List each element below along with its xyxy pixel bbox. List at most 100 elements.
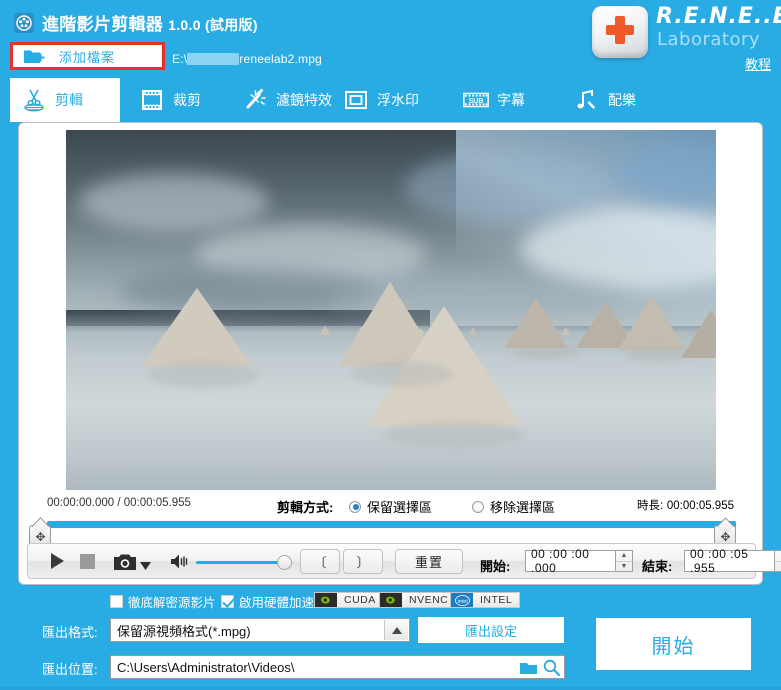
acceleration-row: 徹底解密源影片 啟用硬體加速 CUDA NVENC intel INTEL <box>0 592 781 614</box>
watermark-icon <box>342 86 370 114</box>
export-location-label: 匯出位置: <box>42 662 98 677</box>
intel-icon: intel <box>451 593 473 607</box>
export-format-value: 保留源視頻格式(*.mpg) <box>117 623 251 639</box>
search-icon[interactable] <box>543 659 561 679</box>
decrypt-source-label: 徹底解密源影片 <box>128 596 216 610</box>
tab-edit[interactable]: 剪輯 <box>10 78 120 122</box>
start-time-label: 開始: <box>480 559 511 574</box>
duration-info: 時長: 00:00:05.955 <box>637 497 734 513</box>
spinner-down-icon[interactable]: ▼ <box>616 562 632 572</box>
mark-out-label: 〕 <box>356 555 370 570</box>
brand-name: R.E.N.E..E <box>656 4 781 29</box>
trim-track[interactable] <box>47 521 736 528</box>
title-bar: 進階影片剪輯器 1.0.0 (試用版) 添加檔案 E:\ reneelab2.mp… <box>0 0 781 78</box>
playback-control-bar: 〔 〕 重置 開始: 00 :00 :00 .000 ▲ ▼ 結束: 00 :0… <box>27 543 781 579</box>
svg-text:intel: intel <box>457 599 467 605</box>
volume-slider-fill <box>196 561 284 564</box>
nvenc-label: NVENC <box>402 593 456 607</box>
tab-crop[interactable]: 裁剪 <box>128 78 223 122</box>
current-file-path: E:\ reneelab2.mpg <box>172 52 322 66</box>
snapshot-button[interactable] <box>114 553 136 576</box>
tab-watermark-label: 浮水印 <box>377 92 419 108</box>
brand-logo: R.E.N.E..E Laboratory <box>568 2 781 60</box>
end-time-label: 結束: <box>642 559 673 574</box>
intel-chip[interactable]: intel INTEL <box>450 592 521 608</box>
magic-wand-icon <box>241 86 269 114</box>
move-handle-icon: ✥ <box>35 530 46 544</box>
mark-out-button[interactable]: 〕 <box>343 549 383 574</box>
tab-subtitle[interactable]: SUB 字幕 <box>452 78 547 122</box>
tab-filter-label: 濾鏡特效 <box>276 92 332 108</box>
play-button[interactable] <box>48 552 66 575</box>
intel-label: INTEL <box>473 593 520 607</box>
end-time-input[interactable]: 00 :00 :05 .955 <box>684 547 775 575</box>
duration-value: 00:00:05.955 <box>666 500 734 512</box>
mark-in-button[interactable]: 〔 <box>300 549 340 574</box>
tab-filter[interactable]: 濾鏡特效 <box>231 78 346 122</box>
film-reel-icon <box>14 13 34 33</box>
speaker-icon[interactable] <box>171 554 189 574</box>
spinner-up-icon[interactable]: ▲ <box>775 551 781 562</box>
trim-mode-label: 剪輯方式: <box>277 500 334 515</box>
video-preview[interactable] <box>66 130 716 490</box>
export-format-select[interactable]: 保留源視頻格式(*.mpg) <box>110 618 410 642</box>
add-file-label: 添加檔案 <box>59 49 116 65</box>
radio-keep-selection[interactable]: 保留選擇區 <box>349 497 432 516</box>
folder-icon[interactable] <box>520 661 538 678</box>
decrypt-source-checkbox-box <box>110 595 123 608</box>
radio-remove-selection-label: 移除選擇區 <box>490 500 556 515</box>
plus-cross-icon <box>606 16 634 44</box>
caret-up-icon[interactable] <box>384 620 408 640</box>
snapshot-dropdown-button[interactable] <box>140 557 151 575</box>
start-time-spinner[interactable]: ▲ ▼ <box>616 550 633 572</box>
start-button[interactable]: 開始 <box>596 618 751 670</box>
export-location-input[interactable]: C:\Users\Administrator\Videos\ <box>110 655 565 679</box>
export-settings-button[interactable]: 匯出設定 <box>418 617 564 643</box>
stop-button[interactable] <box>80 554 95 574</box>
music-note-icon <box>573 86 601 114</box>
add-folder-icon <box>23 47 45 65</box>
radio-remove-selection[interactable]: 移除選擇區 <box>472 497 555 516</box>
decrypt-source-checkbox[interactable]: 徹底解密源影片 <box>110 592 216 611</box>
main-panel: 00:00:00.000 / 00:00:05.955 剪輯方式: 保留選擇區 … <box>18 122 781 585</box>
add-file-button[interactable]: 添加檔案 <box>10 42 165 70</box>
app-version-text: 1.0.0 (試用版) <box>168 17 258 33</box>
hardware-accel-checkbox[interactable]: 啟用硬體加速 <box>221 592 314 611</box>
sub-film-icon: SUB <box>462 86 490 114</box>
radio-keep-selection-dot <box>349 500 361 513</box>
timeline-info-row: 00:00:00.000 / 00:00:05.955 剪輯方式: 保留選擇區 … <box>19 497 762 517</box>
page-title: 進階影片剪輯器 1.0.0 (試用版) <box>42 10 258 35</box>
end-time-spinner[interactable]: ▲ ▼ <box>775 550 781 572</box>
file-name: reneelab2.mpg <box>239 52 322 66</box>
reset-label: 重置 <box>414 555 443 570</box>
volume-slider-knob[interactable] <box>277 555 292 570</box>
start-time-input[interactable]: 00 :00 :00 .000 <box>525 547 616 575</box>
tab-subtitle-label: 字幕 <box>497 92 525 108</box>
tutorial-link[interactable]: 教程 <box>745 54 771 73</box>
nvenc-chip[interactable]: NVENC <box>379 592 457 608</box>
volume-slider[interactable] <box>196 561 284 564</box>
duration-label: 時長: <box>637 500 664 512</box>
end-time-value: 00 :00 :05 .955 <box>690 547 749 575</box>
export-format-label: 匯出格式: <box>42 625 98 640</box>
spinner-down-icon[interactable]: ▼ <box>775 562 781 572</box>
spinner-up-icon[interactable]: ▲ <box>616 551 632 562</box>
brand-subtitle: Laboratory <box>657 29 761 50</box>
move-handle-icon: ✥ <box>720 530 731 544</box>
radio-remove-selection-dot <box>472 500 484 513</box>
tab-crop-label: 裁剪 <box>173 92 201 108</box>
tab-music[interactable]: 配樂 <box>563 78 658 122</box>
cuda-chip[interactable]: CUDA <box>314 592 384 608</box>
tab-watermark[interactable]: 浮水印 <box>332 78 432 122</box>
export-location-value: C:\Users\Administrator\Videos\ <box>117 659 295 675</box>
hardware-accel-checkbox-box <box>221 595 234 608</box>
svg-text:SUB: SUB <box>469 98 484 105</box>
reset-button[interactable]: 重置 <box>395 549 463 574</box>
export-settings-label: 匯出設定 <box>464 623 517 639</box>
cuda-label: CUDA <box>337 593 383 607</box>
app-title-text: 進階影片剪輯器 <box>42 15 164 34</box>
radio-keep-selection-label: 保留選擇區 <box>367 500 433 515</box>
nvidia-icon <box>380 593 402 607</box>
playback-position-label: 00:00:00.000 / 00:00:05.955 <box>47 497 191 509</box>
tab-edit-label: 剪輯 <box>55 92 83 108</box>
